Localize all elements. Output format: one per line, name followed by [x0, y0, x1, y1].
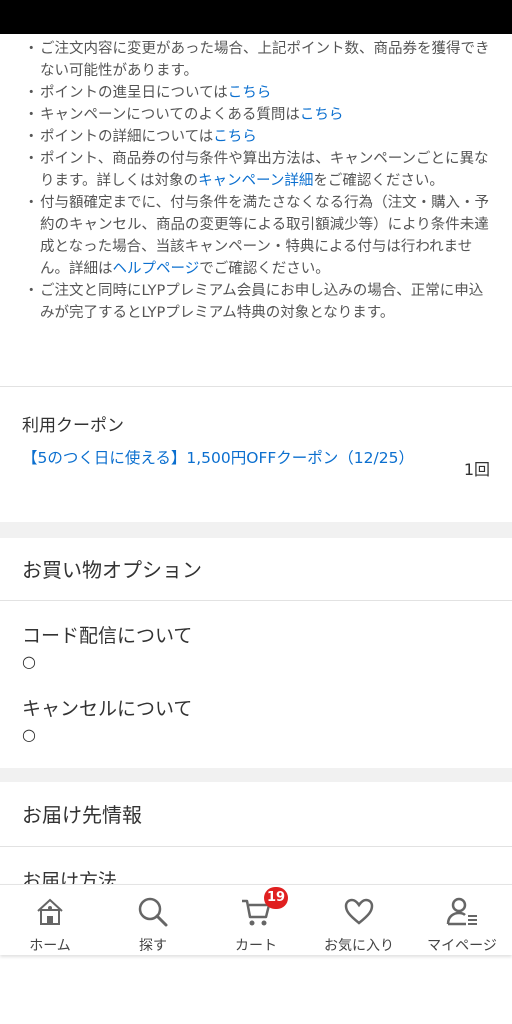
section-gap [0, 522, 512, 538]
note-text: ポイントの詳細については [40, 129, 214, 145]
note-item: ご注文内容に変更があった場合、上記ポイント数、商品券を獲得できない可能性がありま… [0, 38, 512, 82]
coupon-count: 1回 [463, 460, 490, 479]
cancel-value: ○ [22, 725, 36, 744]
cart-badge: 19 [264, 887, 288, 909]
delivery-info-title: お届け先情報 [22, 803, 142, 827]
note-item: キャンペーンについてのよくある質問はこちら [0, 104, 512, 126]
shopping-options-title: お買い物オプション [22, 558, 202, 582]
point-date-link[interactable]: こちら [228, 85, 272, 101]
note-text: でご確認ください。 [199, 261, 330, 277]
tab-search-label: 探す [139, 938, 167, 954]
note-text: キャンペーンについてのよくある質問は [40, 107, 300, 123]
bottom-tab-bar: ホーム 探す 19 カート お気に入り マイページ [0, 884, 512, 955]
tab-home-label: ホーム [29, 938, 71, 954]
note-item: ポイントの詳細についてはこちら [0, 126, 512, 148]
section-gap [0, 768, 512, 782]
point-detail-link[interactable]: こちら [213, 129, 257, 145]
campaign-faq-link[interactable]: こちら [300, 107, 344, 123]
tab-cart-label: カート [235, 938, 277, 954]
code-delivery-label: コード配信について [22, 625, 193, 647]
note-text: ポイントの進呈日については [40, 85, 228, 101]
tab-favorites[interactable]: お気に入り [309, 885, 409, 955]
tab-favorites-label: お気に入り [324, 938, 394, 954]
tab-mypage[interactable]: マイページ [412, 885, 512, 955]
tab-mypage-label: マイページ [427, 938, 497, 954]
note-item: ご注文と同時にLYPプレミアム会員にお申し込みの場合、正常に申込みが完了するとL… [0, 280, 512, 324]
note-item: ポイント、商品券の付与条件や算出方法は、キャンペーンごとに異なります。詳しくは対… [0, 148, 512, 192]
user-icon [446, 897, 477, 926]
campaign-detail-link[interactable]: キャンペーン詳細 [198, 173, 313, 189]
divider [0, 386, 512, 387]
search-icon [138, 897, 168, 927]
note-item: ポイントの進呈日についてはこちら [0, 82, 512, 104]
tab-home[interactable]: ホーム [0, 885, 100, 955]
coupon-label: 利用クーポン [22, 416, 124, 436]
cancel-label: キャンセルについて [22, 698, 193, 720]
heart-icon [344, 898, 374, 925]
note-text: をご確認ください。 [313, 173, 444, 189]
notes-list: ご注文内容に変更があった場合、上記ポイント数、商品券を獲得できない可能性がありま… [0, 38, 512, 324]
note-text: ご注文と同時にLYPプレミアム会員にお申し込みの場合、正常に申込みが完了するとL… [40, 283, 484, 321]
home-icon [37, 898, 63, 925]
code-delivery-value: ○ [22, 652, 36, 671]
help-page-link[interactable]: ヘルプページ [113, 261, 200, 277]
status-bar [0, 0, 512, 34]
tab-search[interactable]: 探す [103, 885, 203, 955]
divider [0, 600, 512, 601]
note-item: 付与額確定までに、付与条件を満たさなくなる行為（注文・購入・予約のキャンセル、商… [0, 192, 512, 280]
tab-cart[interactable]: 19 カート [206, 885, 306, 955]
note-text: ご注文内容に変更があった場合、上記ポイント数、商品券を獲得できない可能性がありま… [40, 41, 490, 79]
coupon-link[interactable]: 【5のつく日に使える】1,500円OFFクーポン（12/25） [22, 447, 422, 469]
divider [0, 846, 512, 847]
